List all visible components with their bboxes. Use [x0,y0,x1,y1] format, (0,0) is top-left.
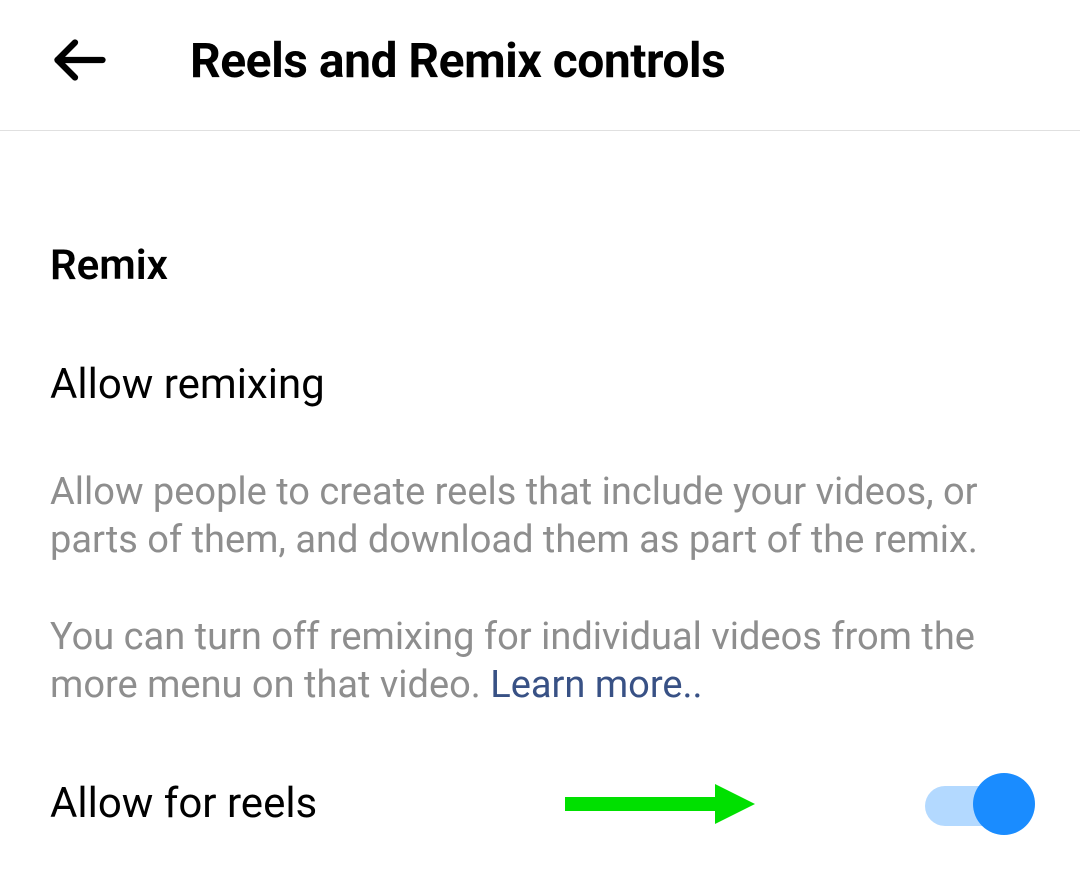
description-2: You can turn off remixing for individual… [50,614,1030,709]
toggle-row-allow-for-reels: Allow for reels [50,779,1030,828]
toggle-knob [973,773,1035,835]
annotation-arrow-icon [565,779,755,829]
page-title: Reels and Remix controls [190,32,725,89]
section-heading-remix: Remix [50,241,1030,290]
description-1: Allow people to create reels that includ… [50,469,1030,564]
content: Remix Allow remixing Allow people to cre… [0,131,1080,828]
setting-heading-allow-remixing: Allow remixing [50,360,1030,409]
learn-more-link[interactable]: Learn more.. [490,663,702,707]
toggle-label: Allow for reels [50,779,317,828]
allow-for-reels-toggle[interactable] [925,781,1030,826]
header: Reels and Remix controls [0,0,1080,131]
back-icon[interactable] [50,30,110,90]
